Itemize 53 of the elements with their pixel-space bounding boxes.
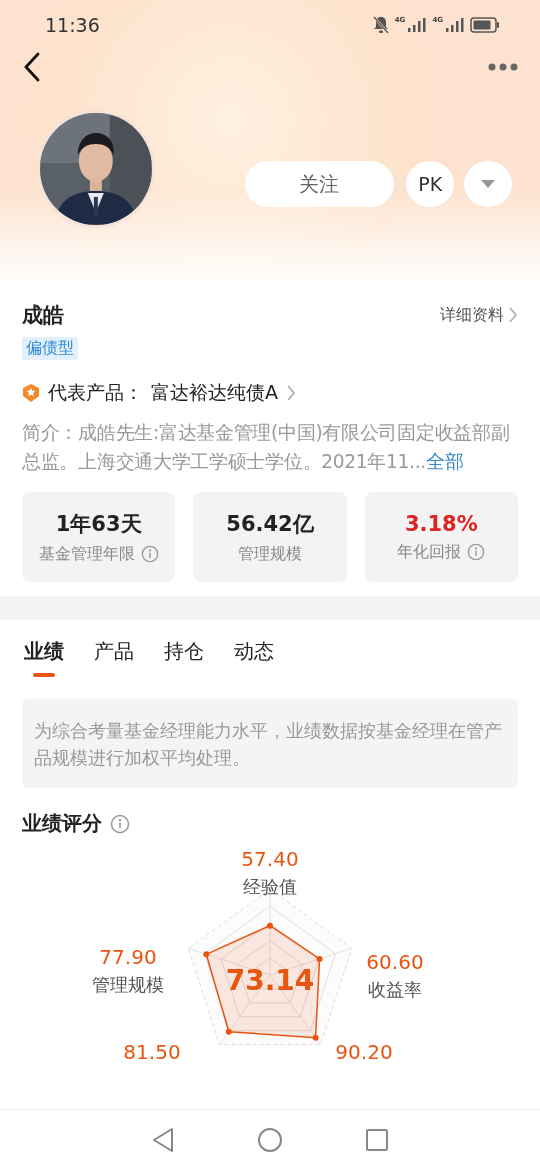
score-point [267,922,273,929]
product-label: 代表产品： [48,380,143,405]
tab[interactable]: 动态 [234,638,274,677]
dropdown-button[interactable] [464,161,512,207]
score-point [312,1034,319,1041]
section-title: 业绩评分 [22,810,102,837]
chevron-icon [508,306,518,324]
stat-label: 基金管理年限 [38,543,135,565]
back-icon[interactable] [22,52,42,82]
score-point [316,955,323,962]
info-icon[interactable] [467,543,486,561]
detail-link[interactable]: 详细资料 [440,304,504,326]
stat-value: 1年63天 [55,510,142,538]
score-point [203,951,210,958]
expand-link[interactable]: 全部 [425,451,464,472]
product-link[interactable]: 富达裕达纯债A [151,380,278,406]
bell-off-icon [372,16,389,34]
medal-icon [22,383,40,403]
score-point [225,1028,232,1035]
signal-icon [444,17,464,33]
score-value: 81.50 [123,1040,181,1064]
follow-button[interactable]: 关注 [244,161,395,207]
score-label: 收益率 [368,978,422,1002]
tab[interactable]: 业绩 [24,638,64,677]
stat-value: 3.18% [404,511,478,536]
tab[interactable]: 产品 [94,638,134,677]
total-score: 73.14 [225,967,315,995]
info-icon[interactable] [110,813,130,834]
back-nav-icon[interactable] [151,1127,175,1153]
score-value: 57.40 [241,847,299,871]
info-icon[interactable] [140,545,159,563]
score-label: 管理规模 [92,973,164,997]
manager-name: 成皓 [22,302,64,329]
tab[interactable]: 持仓 [164,638,204,677]
more-icon[interactable] [488,62,518,72]
score-label: 经验值 [243,875,297,899]
home-nav-icon[interactable] [257,1127,283,1153]
score-value: 77.90 [99,945,157,969]
stat-value: 56.42亿 [226,510,314,538]
stat-label: 管理规模 [238,543,302,565]
score-value: 90.20 [335,1040,393,1064]
caret-icon [480,179,497,189]
score-value: 60.60 [366,950,424,974]
stat-label: 年化回报 [397,541,462,563]
intro-text: 简介：成皓先生:富达基金管理(中国)有限公司固定收益部副总监。上海交通大学工学硕士学位。2021年11...全部 [22,421,511,474]
category-tag: 偏债型 [22,337,78,360]
battery-icon [470,17,500,33]
notice-text: 为综合考量基金经理能力水平，业绩数据按基金经理在管产品规模进行加权平均处理。 [22,699,518,788]
recents-nav-icon[interactable] [365,1128,389,1152]
signal-icon [406,17,427,33]
status-time: 11:36 [45,14,100,36]
pk-button[interactable]: PK [406,161,455,207]
chevron-icon [286,384,296,402]
